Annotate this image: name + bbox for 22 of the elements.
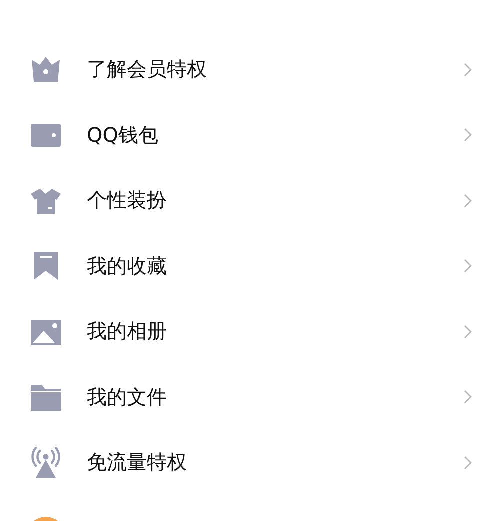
chevron-right-icon [464,259,472,274]
chevron-right-icon [464,390,472,404]
menu-item[interactable]: 免流量特权 [0,430,500,496]
menu-label: QQ钱包 [87,122,160,149]
menu-item[interactable]: 个性装扮 [0,168,500,234]
antenna-icon [30,446,62,479]
menu-label: 了解会员特权 [87,56,208,84]
chevron-right-icon [464,194,472,208]
menu-label: 免流量特权 [87,449,188,476]
menu-item[interactable]: 了解会员特权 [0,37,500,102]
chevron-right-icon [464,128,472,142]
chevron-right-icon [464,324,472,339]
menu-item[interactable]: 我的相册 [0,299,500,364]
menu-label: 个性装扮 [87,187,168,214]
menu-item[interactable]: QQ钱包 [0,102,500,168]
menu-label: 我的收藏 [87,252,168,280]
menu-item[interactable]: 我的收藏 [0,234,500,299]
chevron-right-icon [464,62,472,77]
menu-label: 我的文件 [87,384,168,411]
menu-item[interactable]: 我的文件 [0,364,500,430]
menu-label: 我的相册 [87,318,168,346]
chevron-right-icon [464,456,472,470]
